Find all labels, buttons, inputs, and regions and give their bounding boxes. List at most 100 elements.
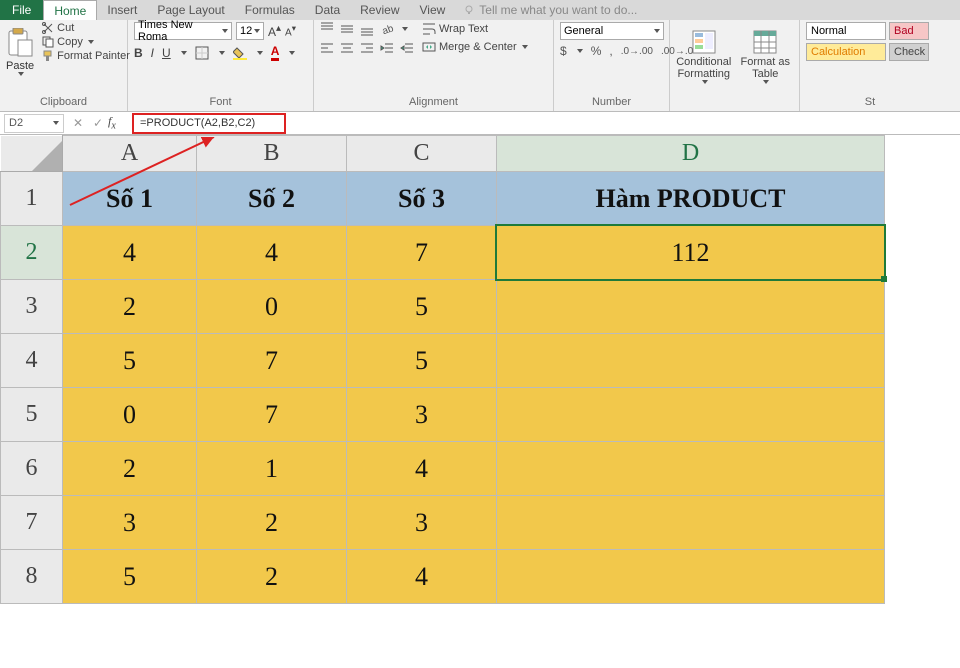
cell-D5[interactable] [497, 388, 885, 442]
tell-me-search[interactable]: Tell me what you want to do... [463, 0, 637, 20]
increase-indent-button[interactable] [400, 42, 414, 56]
cell-D8[interactable] [497, 550, 885, 604]
tab-home[interactable]: Home [43, 0, 97, 20]
cell-C3[interactable]: 5 [347, 280, 497, 334]
cell-D2[interactable]: 112 [497, 226, 885, 280]
cell-value: 7 [265, 400, 278, 429]
cell-B5[interactable]: 7 [197, 388, 347, 442]
file-tab[interactable]: File [0, 0, 43, 20]
cell-A2[interactable]: 4 [63, 226, 197, 280]
align-center-button[interactable] [340, 42, 354, 56]
comma-button[interactable]: , [609, 44, 612, 58]
cell-C5[interactable]: 3 [347, 388, 497, 442]
cell-C6[interactable]: 4 [347, 442, 497, 496]
font-size-select[interactable]: 12 [236, 22, 264, 40]
row-header-6[interactable]: 6 [1, 442, 63, 496]
col-header-C[interactable]: C [347, 136, 497, 172]
cell-A4[interactable]: 5 [63, 334, 197, 388]
cell-A3[interactable]: 2 [63, 280, 197, 334]
row-header-2[interactable]: 2 [1, 226, 63, 280]
row-header-5[interactable]: 5 [1, 388, 63, 442]
tab-insert[interactable]: Insert [97, 0, 147, 20]
row-header-3[interactable]: 3 [1, 280, 63, 334]
tab-formulas[interactable]: Formulas [235, 0, 305, 20]
align-right-button[interactable] [360, 42, 374, 56]
cell-C2[interactable]: 7 [347, 226, 497, 280]
copy-button[interactable]: Copy [40, 36, 132, 48]
row-header-7[interactable]: 7 [1, 496, 63, 550]
cell-B8[interactable]: 2 [197, 550, 347, 604]
conditional-formatting-icon [692, 30, 716, 54]
cell-D1[interactable]: Hàm PRODUCT [497, 172, 885, 226]
cell-B7[interactable]: 2 [197, 496, 347, 550]
fx-icon[interactable]: fx [108, 114, 126, 131]
enter-formula-button[interactable]: ✓ [88, 116, 108, 130]
format-painter-button[interactable]: Format Painter [40, 50, 132, 62]
formula-input[interactable]: =PRODUCT(A2,B2,C2) [132, 113, 286, 134]
cell-C4[interactable]: 5 [347, 334, 497, 388]
tab-page-layout[interactable]: Page Layout [147, 0, 234, 20]
borders-button[interactable] [195, 46, 209, 60]
style-normal[interactable]: Normal [806, 22, 886, 40]
group-number-label: Number [560, 96, 663, 109]
align-left-button[interactable] [320, 42, 334, 56]
italic-button[interactable]: I [151, 46, 154, 60]
col-header-A[interactable]: A [63, 136, 197, 172]
align-middle-button[interactable] [340, 22, 354, 36]
format-as-table-button[interactable]: Format as Table [738, 22, 794, 84]
row-header-1[interactable]: 1 [1, 172, 63, 226]
align-top-button[interactable] [320, 22, 334, 36]
cell-A6[interactable]: 2 [63, 442, 197, 496]
font-color-button[interactable]: A [271, 44, 280, 61]
currency-button[interactable]: $ [560, 44, 567, 58]
orientation-button[interactable]: ab [380, 22, 394, 36]
cut-button[interactable]: Cut [40, 22, 132, 34]
col-header-B[interactable]: B [197, 136, 347, 172]
merge-center-button[interactable]: Merge & Center [420, 40, 530, 54]
cell-A8[interactable]: 5 [63, 550, 197, 604]
cell-D7[interactable] [497, 496, 885, 550]
decrease-font-button[interactable]: A▾ [285, 23, 296, 38]
group-alignment: ab Wrap Text Merge & Center [314, 20, 554, 111]
cell-B2[interactable]: 4 [197, 226, 347, 280]
increase-font-button[interactable]: A▴ [268, 23, 281, 39]
cell-B6[interactable]: 1 [197, 442, 347, 496]
font-name-select[interactable]: Times New Roma [134, 22, 232, 40]
cell-A7[interactable]: 3 [63, 496, 197, 550]
row-header-8[interactable]: 8 [1, 550, 63, 604]
percent-button[interactable]: % [591, 44, 602, 58]
tab-data[interactable]: Data [305, 0, 350, 20]
cell-A5[interactable]: 0 [63, 388, 197, 442]
number-format-select[interactable]: General [560, 22, 664, 40]
decrease-indent-button[interactable] [380, 42, 394, 56]
group-font: Times New Roma 12 A▴ A▾ B I U A Font [128, 20, 314, 111]
tab-view[interactable]: View [410, 0, 456, 20]
cell-C7[interactable]: 3 [347, 496, 497, 550]
bold-button[interactable]: B [134, 46, 143, 60]
style-calculation[interactable]: Calculation [806, 43, 886, 61]
sheet-grid[interactable]: ABCD1Số 1Số 2Số 3Hàm PRODUCT244711232054… [0, 135, 885, 604]
cell-D4[interactable] [497, 334, 885, 388]
tab-review[interactable]: Review [350, 0, 409, 20]
cell-B3[interactable]: 0 [197, 280, 347, 334]
col-header-D[interactable]: D [497, 136, 885, 172]
row-header-4[interactable]: 4 [1, 334, 63, 388]
underline-button[interactable]: U [162, 46, 171, 60]
style-check[interactable]: Check [889, 43, 929, 61]
cell-C1[interactable]: Số 3 [347, 172, 497, 226]
style-bad[interactable]: Bad [889, 22, 929, 40]
increase-decimal-button[interactable]: .0→.00 [621, 46, 653, 57]
paste-button[interactable]: Paste [6, 22, 34, 82]
cell-C8[interactable]: 4 [347, 550, 497, 604]
cancel-formula-button[interactable]: ✕ [68, 116, 88, 130]
cell-D6[interactable] [497, 442, 885, 496]
cell-D3[interactable] [497, 280, 885, 334]
cell-A1[interactable]: Số 1 [63, 172, 197, 226]
name-box[interactable]: D2 [4, 114, 64, 133]
conditional-formatting-button[interactable]: Conditional Formatting [676, 22, 732, 84]
wrap-text-button[interactable]: Wrap Text [420, 22, 530, 36]
fill-color-button[interactable] [233, 46, 247, 60]
cell-B4[interactable]: 7 [197, 334, 347, 388]
align-bottom-button[interactable] [360, 22, 374, 36]
cell-B1[interactable]: Số 2 [197, 172, 347, 226]
